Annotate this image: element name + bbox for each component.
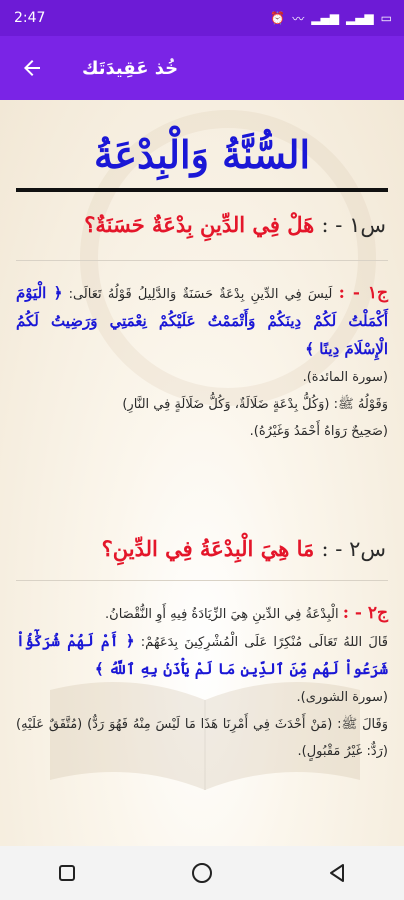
status-icons: ⏰ 〰 ▂▄▆ ▂▄▆ ▭ (270, 10, 392, 27)
back-button[interactable] (0, 36, 64, 100)
answer-1-hadith-ref: (صَحِيحٌ رَوَاهُ أَحْمَدُ وَغَيْرُهُ). (249, 424, 388, 439)
question-1-text: هَلْ فِي الدِّينِ بِدْعَةٌ حَسَنَةٌ؟ (84, 212, 315, 237)
title-divider (16, 188, 388, 192)
triangle-back-icon (329, 864, 344, 882)
answer-2-hadith: وَقَالَ ﷺ: (مَنْ أَحْدَثَ فِي أَمْرِنَا … (87, 717, 388, 732)
answer-1-intro: لَيسَ فِي الدِّينِ بِدْعَةٌ حَسَنَةٌ وَا… (68, 287, 333, 302)
answer-2-label: ج٢ - : (342, 603, 388, 623)
recent-apps-button[interactable] (47, 853, 87, 893)
signal-icon-2: ▂▄▆ (345, 11, 374, 25)
square-icon (59, 865, 76, 881)
system-back-button[interactable] (317, 853, 357, 893)
system-nav-bar (0, 846, 404, 900)
answer-1-hadith: وَقَوْلُهُ ﷺ: (وَكُلُّ بِدْعَةٍ ضَلَالَة… (122, 397, 388, 412)
status-time: 2:47 (14, 10, 46, 26)
app-bar: خُذ عَقِيدَتَك (0, 36, 404, 100)
separator (16, 260, 388, 261)
status-bar: 2:47 ⏰ 〰 ▂▄▆ ▂▄▆ ▭ (0, 0, 404, 36)
answer-1-ayah-ref: (سورة المائدة). (302, 370, 388, 385)
answer-2: ج٢ - : الْبِدْعَةُ فِي الدِّينِ هِيَ الز… (16, 600, 388, 765)
battery-icon: ▭ (380, 11, 392, 25)
question-1-number: س١ - : (321, 213, 386, 237)
question-2: س٢ - : مَا هِيَ الْبِدْعَةُ فِي الدِّينِ… (102, 536, 386, 561)
question-1: س١ - : هَلْ فِي الدِّينِ بِدْعَةٌ حَسَنَ… (84, 212, 386, 237)
home-button[interactable] (182, 853, 222, 893)
content-area[interactable]: السُّنَّةُ وَالْبِدْعَةُ س١ - : هَلْ فِي… (0, 100, 404, 846)
answer-1-label: ج١ - : (338, 283, 388, 303)
activity-icon: 〰 (292, 11, 305, 26)
app-title: خُذ عَقِيدَتَك (82, 57, 179, 79)
answer-1: ج١ - : لَيسَ فِي الدِّينِ بِدْعَةٌ حَسَن… (16, 280, 388, 445)
alarm-icon: ⏰ (270, 11, 286, 25)
signal-icon: ▂▄▆ (311, 11, 339, 25)
page-title: السُّنَّةُ وَالْبِدْعَةُ (93, 132, 311, 177)
circle-icon (191, 863, 212, 883)
answer-2-intro: الْبِدْعَةُ فِي الدِّينِ هِيَ الزِّيَادَ… (105, 607, 339, 622)
answer-2-ayah-ref: (سورة الشورى). (296, 690, 388, 705)
question-2-number: س٢ - : (321, 537, 386, 561)
separator (16, 580, 388, 581)
answer-2-line2: قَالَ اللهُ تَعَالَى مُنْكِرًا عَلَى الْ… (140, 635, 388, 650)
back-arrow-icon (24, 60, 40, 76)
question-2-text: مَا هِيَ الْبِدْعَةُ فِي الدِّينِ؟ (101, 536, 315, 561)
